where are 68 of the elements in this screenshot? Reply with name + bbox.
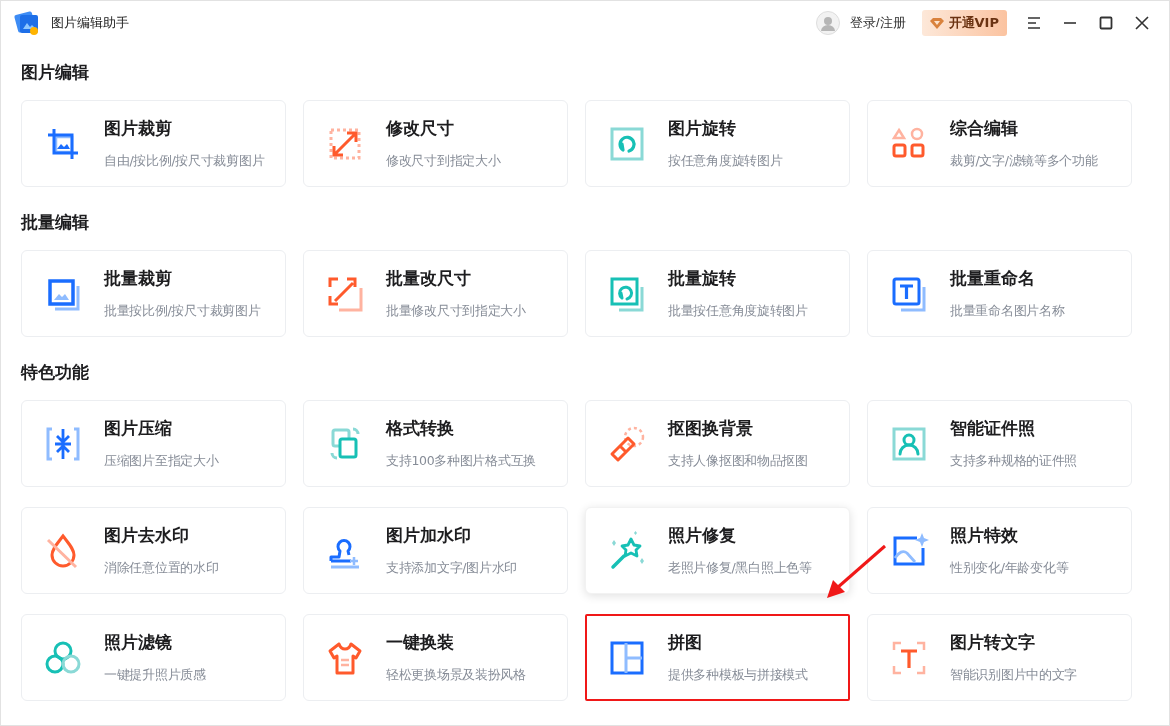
section-title: 批量编辑 [21, 211, 90, 234]
card-description: 消除任意位置的水印 [104, 560, 219, 577]
feature-card[interactable]: 抠图换背景 支持人像抠图和物品抠图 [585, 400, 850, 487]
feature-card[interactable]: 修改尺寸 修改尺寸到指定大小 [303, 100, 568, 187]
feature-card[interactable]: 批量裁剪 批量按比例/按尺寸裁剪图片 [21, 250, 286, 337]
app-logo-icon [13, 9, 41, 37]
card-title: 图片裁剪 [104, 117, 173, 140]
feature-card[interactable]: 图片去水印 消除任意位置的水印 [21, 507, 286, 594]
card-title: 抠图换背景 [668, 417, 754, 440]
feature-card[interactable]: 照片特效 性别变化/年龄变化等 [867, 507, 1132, 594]
card-title: 照片特效 [950, 524, 1019, 547]
card-title: 批量裁剪 [104, 267, 173, 290]
feature-card[interactable]: 图片加水印 支持添加文字/图片水印 [303, 507, 568, 594]
card-description: 一键提升照片质感 [104, 667, 206, 684]
card-title: 格式转换 [386, 417, 455, 440]
card-title: 图片旋转 [668, 117, 737, 140]
card-description: 性别变化/年龄变化等 [950, 560, 1069, 577]
feature-card[interactable]: 一键换装 轻松更换场景及装扮风格 [303, 614, 568, 701]
card-description: 修改尺寸到指定大小 [386, 153, 501, 170]
card-description: 批量按比例/按尺寸裁剪图片 [104, 303, 261, 320]
feature-card[interactable]: 批量改尺寸 批量修改尺寸到指定大小 [303, 250, 568, 337]
card-description: 支持人像抠图和物品抠图 [668, 453, 808, 470]
card-description: 轻松更换场景及装扮风格 [386, 667, 526, 684]
card-description: 按任意角度旋转图片 [668, 153, 783, 170]
card-description: 老照片修复/黑白照上色等 [668, 560, 812, 577]
card-title: 修改尺寸 [386, 117, 455, 140]
feature-card[interactable]: 图片压缩 压缩图片至指定大小 [21, 400, 286, 487]
feature-card[interactable]: 拼图 提供多种模板与拼接模式 [585, 614, 850, 701]
card-title: 图片去水印 [104, 524, 190, 547]
card-description: 支持添加文字/图片水印 [386, 560, 517, 577]
card-description: 支持100多种图片格式互换 [386, 453, 536, 470]
feature-card[interactable]: 图片转文字 智能识别图片中的文字 [867, 614, 1132, 701]
card-description: 批量重命名图片名称 [950, 303, 1065, 320]
card-title: 图片转文字 [950, 631, 1036, 654]
card-description: 批量按任意角度旋转图片 [668, 303, 808, 320]
card-title: 批量重命名 [950, 267, 1036, 290]
card-title: 照片修复 [668, 524, 737, 547]
card-title: 批量改尺寸 [386, 267, 472, 290]
card-title: 综合编辑 [950, 117, 1019, 140]
vip-button[interactable]: 开通VIP [921, 10, 1007, 36]
feature-card[interactable]: 批量重命名 批量重命名图片名称 [867, 250, 1132, 337]
card-description: 裁剪/文字/滤镜等多个功能 [950, 153, 1098, 170]
feature-card[interactable]: 智能证件照 支持多种规格的证件照 [867, 400, 1132, 487]
card-description: 压缩图片至指定大小 [104, 453, 219, 470]
card-title: 图片压缩 [104, 417, 173, 440]
card-title: 批量旋转 [668, 267, 737, 290]
feature-card[interactable]: 照片滤镜 一键提升照片质感 [21, 614, 286, 701]
login-link[interactable]: 登录/注册 [849, 14, 906, 32]
window-title: 图片编辑助手 [51, 14, 129, 32]
card-description: 自由/按比例/按尺寸裁剪图片 [104, 153, 265, 170]
card-description: 提供多种模板与拼接模式 [668, 667, 808, 684]
card-title: 智能证件照 [950, 417, 1036, 440]
card-title: 拼图 [668, 631, 703, 654]
diamond-icon [929, 17, 944, 29]
feature-card[interactable]: 图片裁剪 自由/按比例/按尺寸裁剪图片 [21, 100, 286, 187]
card-description: 智能识别图片中的文字 [950, 667, 1077, 684]
feature-card[interactable]: 格式转换 支持100多种图片格式互换 [303, 400, 568, 487]
card-title: 图片加水印 [386, 524, 472, 547]
feature-card[interactable]: 批量旋转 批量按任意角度旋转图片 [585, 250, 850, 337]
feature-card[interactable]: 图片旋转 按任意角度旋转图片 [585, 100, 850, 187]
feature-card[interactable]: 综合编辑 裁剪/文字/滤镜等多个功能 [867, 100, 1132, 187]
section-title: 特色功能 [21, 361, 90, 384]
section-title: 图片编辑 [21, 61, 90, 84]
card-description: 批量修改尺寸到指定大小 [386, 303, 526, 320]
card-title: 照片滤镜 [104, 631, 173, 654]
feature-card[interactable]: 照片修复 老照片修复/黑白照上色等 [585, 507, 850, 594]
card-description: 支持多种规格的证件照 [950, 453, 1077, 470]
card-title: 一键换装 [386, 631, 455, 654]
